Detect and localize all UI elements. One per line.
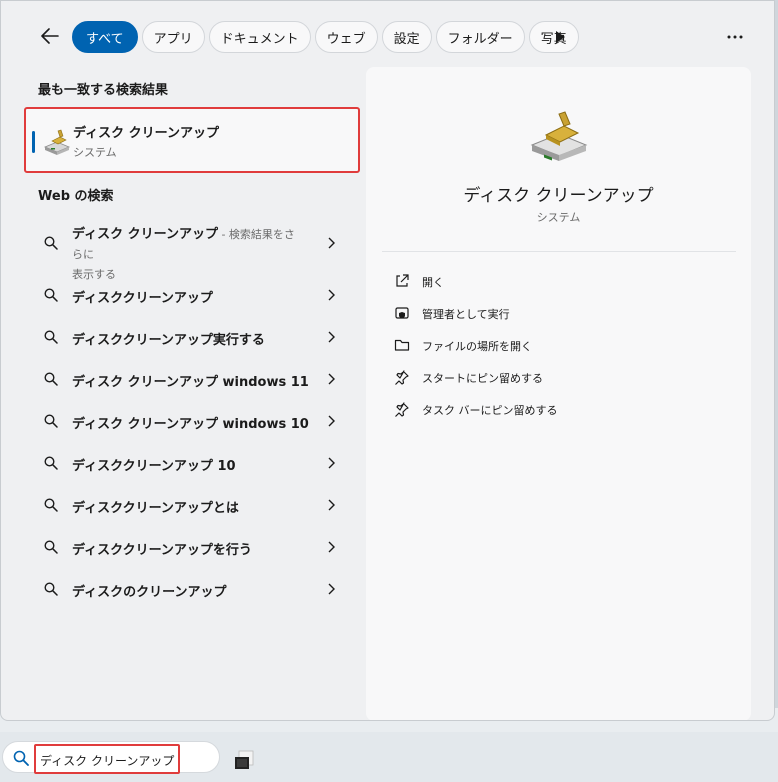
detail-pane: ディスク クリーンアップ システム 開く 管理者として実行 ファイルの場所を開く [366,67,751,720]
best-match-type: システム [73,146,117,159]
detail-subtitle: システム [536,211,581,224]
pin-icon [395,370,409,385]
web-search-item-text: ディスク クリーンアップ windows 10 [72,417,309,432]
web-search-item-text: ディスククリーンアップ [72,291,213,306]
web-search-item[interactable]: ディスククリーンアップ [37,275,347,315]
taskbar-search-input[interactable] [40,750,176,770]
web-search-item[interactable]: ディスククリーンアップとは [37,485,347,525]
search-icon [44,288,58,302]
best-match-heading: 最も一致する検索結果 [38,83,169,98]
chevron-right-icon [328,289,335,301]
open-external-icon [396,274,409,287]
web-search-item-text: ディスククリーンアップとは [72,501,239,516]
search-icon [44,498,58,512]
filter-chip-settings[interactable]: 設定 [381,21,432,53]
chevron-right-icon [328,541,335,553]
search-icon [44,456,58,470]
folder-icon [394,339,410,351]
search-icon [44,540,58,554]
divider [382,251,736,252]
chevron-right-icon [328,499,335,511]
web-search-item-text: ディスククリーンアップを行う [72,543,252,558]
filter-chip-apps[interactable]: アプリ [141,21,205,53]
web-search-item[interactable]: ディスク クリーンアップ windows 11 [37,359,347,399]
open-file-location-label: ファイルの場所を開く [422,340,532,353]
chevron-right-icon [328,237,335,249]
ellipsis-icon [727,35,743,39]
filter-chip-web[interactable]: ウェブ [314,21,378,53]
web-search-item[interactable]: ディスクのクリーンアップ [37,569,347,609]
more-filters-button[interactable] [551,29,569,45]
arrow-left-icon [41,28,59,44]
run-as-admin-action[interactable]: 管理者として実行 [390,300,690,326]
run-as-admin-label: 管理者として実行 [422,308,510,321]
web-search-item[interactable]: ディスククリーンアップ実行する [37,317,347,357]
shield-admin-icon [395,307,409,319]
search-icon [13,750,29,766]
web-search-heading: Web の検索 [38,189,114,204]
open-action[interactable]: 開く [390,268,690,294]
pin-to-taskbar-label: タスク バーにピン留めする [422,404,558,417]
detail-title: ディスク クリーンアップ [463,186,654,206]
web-search-item[interactable]: ディスク クリーンアップ - 検索結果をさらに 表示する [37,223,347,281]
web-search-item[interactable]: ディスククリーンアップ 10 [37,443,347,483]
chevron-right-icon [328,457,335,469]
pin-to-taskbar-action[interactable]: タスク バーにピン留めする [390,396,690,422]
app-taskbar-icon[interactable] [233,749,255,771]
best-match-name: ディスク クリーンアップ [73,126,219,141]
back-button[interactable] [35,23,65,49]
open-action-label: 開く [422,276,444,289]
best-match-result[interactable]: ディスク クリーンアップ システム [24,107,360,173]
search-icon [44,372,58,386]
chevron-right-icon [328,583,335,595]
web-search-item-text: ディスク クリーンアップ windows 11 [72,375,309,390]
filter-bar: すべて アプリ ドキュメント ウェブ 設定 フォルダー 写真 [1,1,774,67]
search-flyout: すべて アプリ ドキュメント ウェブ 設定 フォルダー 写真 最も一致する検索結… [0,0,775,721]
chevron-right-icon [328,415,335,427]
search-icon [44,330,58,344]
search-icon [44,582,58,596]
filter-chip-all[interactable]: すべて [72,21,138,53]
filter-chips: すべて アプリ ドキュメント ウェブ 設定 フォルダー 写真 [72,21,579,53]
web-search-item-text: ディスククリーンアップ 10 [72,459,236,474]
web-search-item[interactable]: ディスククリーンアップを行う [37,527,347,567]
play-icon [556,31,565,43]
disk-cleanup-icon [530,111,588,161]
web-search-query: ディスク クリーンアップ [72,227,218,242]
open-file-location-action[interactable]: ファイルの場所を開く [390,332,690,358]
chevron-right-icon [328,373,335,385]
pin-to-start-action[interactable]: スタートにピン留めする [390,364,690,390]
pin-icon [395,402,409,417]
web-search-item-text: ディスククリーンアップ実行する [72,333,265,348]
taskbar-search-box[interactable] [2,741,220,774]
selection-indicator [32,131,35,153]
pin-to-start-label: スタートにピン留めする [422,372,543,385]
web-search-item-text: ディスクのクリーンアップ [72,585,227,600]
taskbar [0,732,778,782]
more-options-button[interactable] [723,27,747,47]
disk-cleanup-icon [43,129,71,155]
web-search-item[interactable]: ディスク クリーンアップ windows 10 [37,401,347,441]
search-icon [44,236,58,250]
filter-chip-documents[interactable]: ドキュメント [208,21,311,53]
search-icon [44,414,58,428]
chevron-right-icon [328,331,335,343]
search-highlight-frame [34,744,180,774]
filter-chip-folders[interactable]: フォルダー [435,21,525,53]
